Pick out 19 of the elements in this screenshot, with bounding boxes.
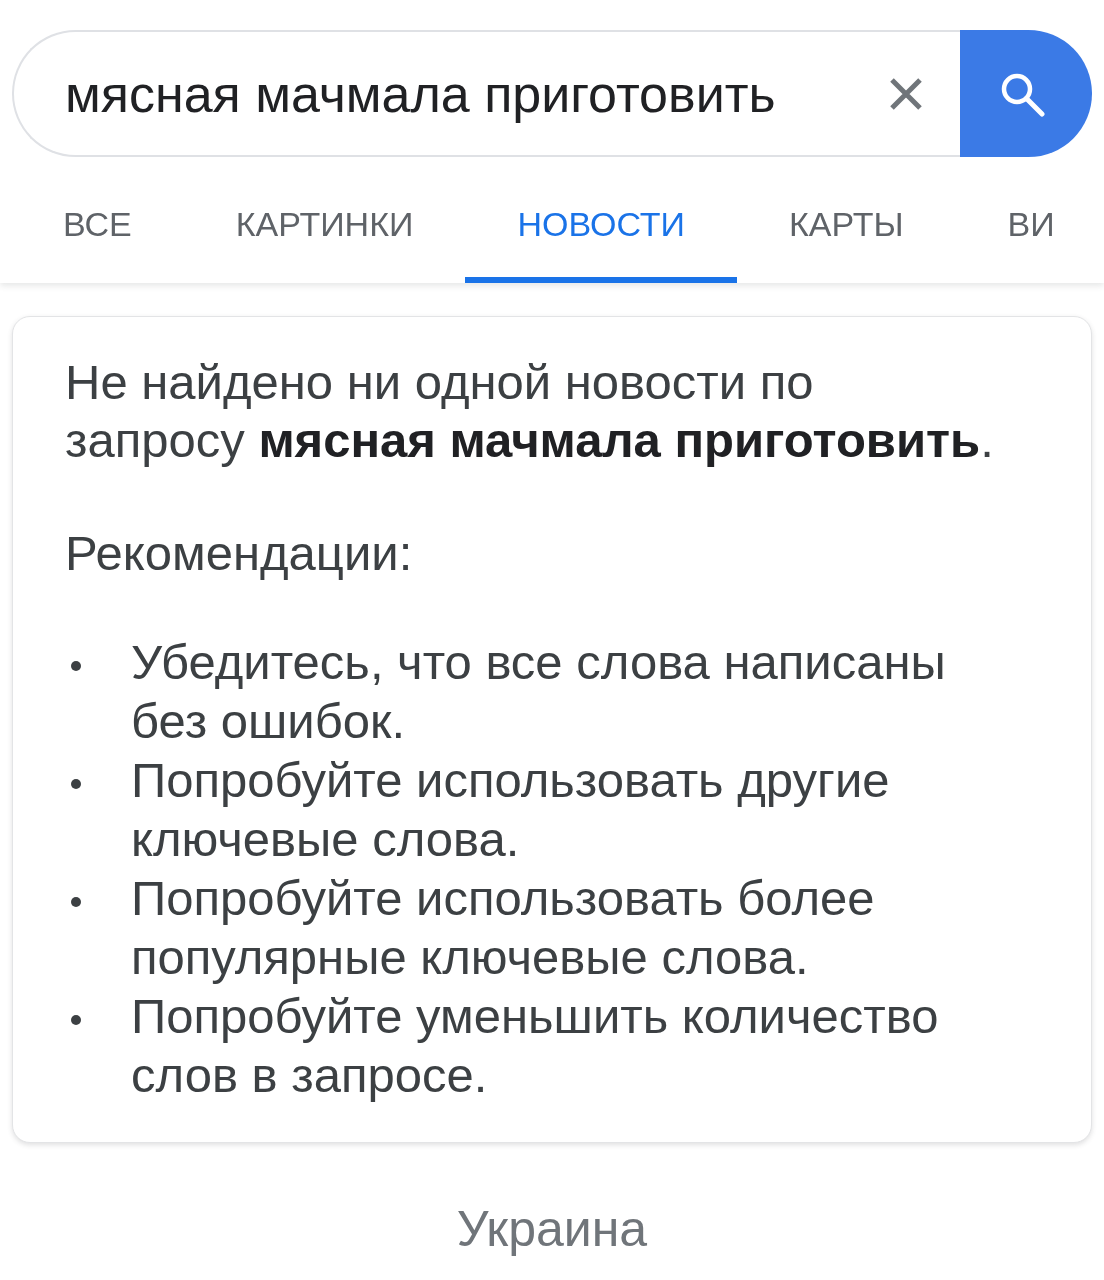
search-field[interactable]: мясная мачмала приготовить <box>12 30 960 157</box>
suggestion-text: Убедитесь, что все слова написаны без ошибок. <box>131 634 947 750</box>
no-results-message: Не найдено ни одной новости по запросу мясная мачмала приготовить. <box>65 354 995 469</box>
tab[interactable]: КАРТЫ <box>737 183 956 283</box>
close-icon <box>889 77 923 111</box>
suggestion-text: Попробуйте использовать другие ключевые слова. <box>131 752 891 868</box>
bullet-icon <box>71 1014 81 1025</box>
location-text: Украина <box>456 1200 648 1258</box>
suggestion-text: Попробуйте использовать более популярные ключевые слова. <box>131 870 876 986</box>
search-button[interactable] <box>960 30 1092 157</box>
bullet-icon <box>71 778 81 789</box>
suggestions-heading: Рекомендации: <box>65 525 414 582</box>
tab[interactable]: ВСЕ <box>11 183 184 283</box>
suggestion-text: Попробуйте уменьшить количество слов в запросе. <box>131 988 940 1104</box>
bullet-icon <box>71 660 81 671</box>
tab[interactable]: НОВОСТИ <box>465 183 738 283</box>
tab[interactable]: КАРТИНКИ <box>183 183 466 283</box>
tab[interactable]: ВИ <box>955 183 1063 283</box>
bullet-icon <box>71 896 81 907</box>
